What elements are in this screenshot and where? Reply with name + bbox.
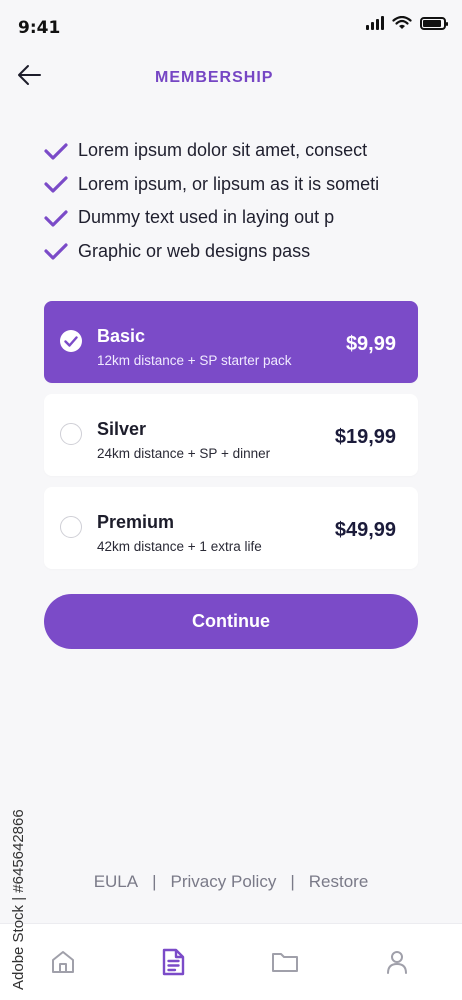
page-title: MEMBERSHIP [155,69,274,86]
footer-links: EULA | Privacy Policy | Restore [0,872,462,892]
status-icons [366,16,448,30]
radio-unchecked-icon [60,423,82,445]
eula-link[interactable]: EULA [94,872,138,892]
tab-bar [0,923,462,1000]
restore-link[interactable]: Restore [309,872,369,892]
plan-name: Premium [97,512,175,532]
status-time: 9:41 [18,18,61,38]
feature-item: Dummy text used in laying out p [44,201,416,235]
privacy-policy-link[interactable]: Privacy Policy [171,872,277,892]
feature-item: Lorem ipsum dolor sit amet, consect [44,134,416,168]
plan-name: Silver [97,419,147,439]
checkmark-icon [44,142,70,160]
back-button[interactable] [14,60,44,90]
plan-option-basic[interactable]: Basic 12km distance + SP starter pack $9… [44,301,418,383]
battery-icon [420,16,448,30]
feature-item: Graphic or web designs pass [44,235,416,269]
feature-text: Lorem ipsum dolor sit amet, consect [78,140,368,161]
folder-icon [272,953,298,972]
feature-list: Lorem ipsum dolor sit amet, consect Lore… [44,134,416,268]
home-icon [52,951,74,973]
checkmark-icon [44,209,70,227]
status-bar: 9:41 [0,0,462,56]
footer-separator: | [152,872,157,891]
feature-item: Lorem ipsum, or lipsum as it is someti [44,168,416,202]
radio-checked-icon [60,330,82,352]
plan-price: $49,99 [334,519,396,541]
footer-separator: | [290,872,295,891]
plan-option-premium[interactable]: Premium 42km distance + 1 extra life $49… [44,487,418,569]
plan-description: 42km distance + 1 extra life [97,539,262,554]
document-icon [162,948,185,976]
header: MEMBERSHIP [0,58,462,98]
continue-button[interactable]: Continue [44,594,418,649]
plan-list: Basic 12km distance + SP starter pack $9… [44,301,418,580]
plan-option-silver[interactable]: Silver 24km distance + SP + dinner $19,9… [44,394,418,476]
tab-home[interactable] [47,946,79,978]
checkmark-icon [44,242,70,260]
plan-price: $19,99 [334,426,396,448]
plan-description: 24km distance + SP + dinner [97,446,271,461]
tab-folder[interactable] [269,946,301,978]
feature-text: Dummy text used in laying out p [78,207,335,228]
tab-documents[interactable] [157,946,189,978]
feature-text: Graphic or web designs pass [78,240,311,261]
radio-unchecked-icon [60,516,82,538]
watermark-text: Adobe Stock | #645642866 [10,809,27,990]
plan-description: 12km distance + SP starter pack [97,353,292,368]
arrow-left-icon [18,65,41,85]
tab-profile[interactable] [381,946,413,978]
profile-icon [387,951,407,974]
feature-text: Lorem ipsum, or lipsum as it is someti [78,173,380,194]
plan-name: Basic [97,326,146,346]
plan-price: $9,99 [345,333,396,355]
checkmark-icon [44,175,70,193]
signal-icon [366,16,384,30]
wifi-icon [392,16,412,29]
